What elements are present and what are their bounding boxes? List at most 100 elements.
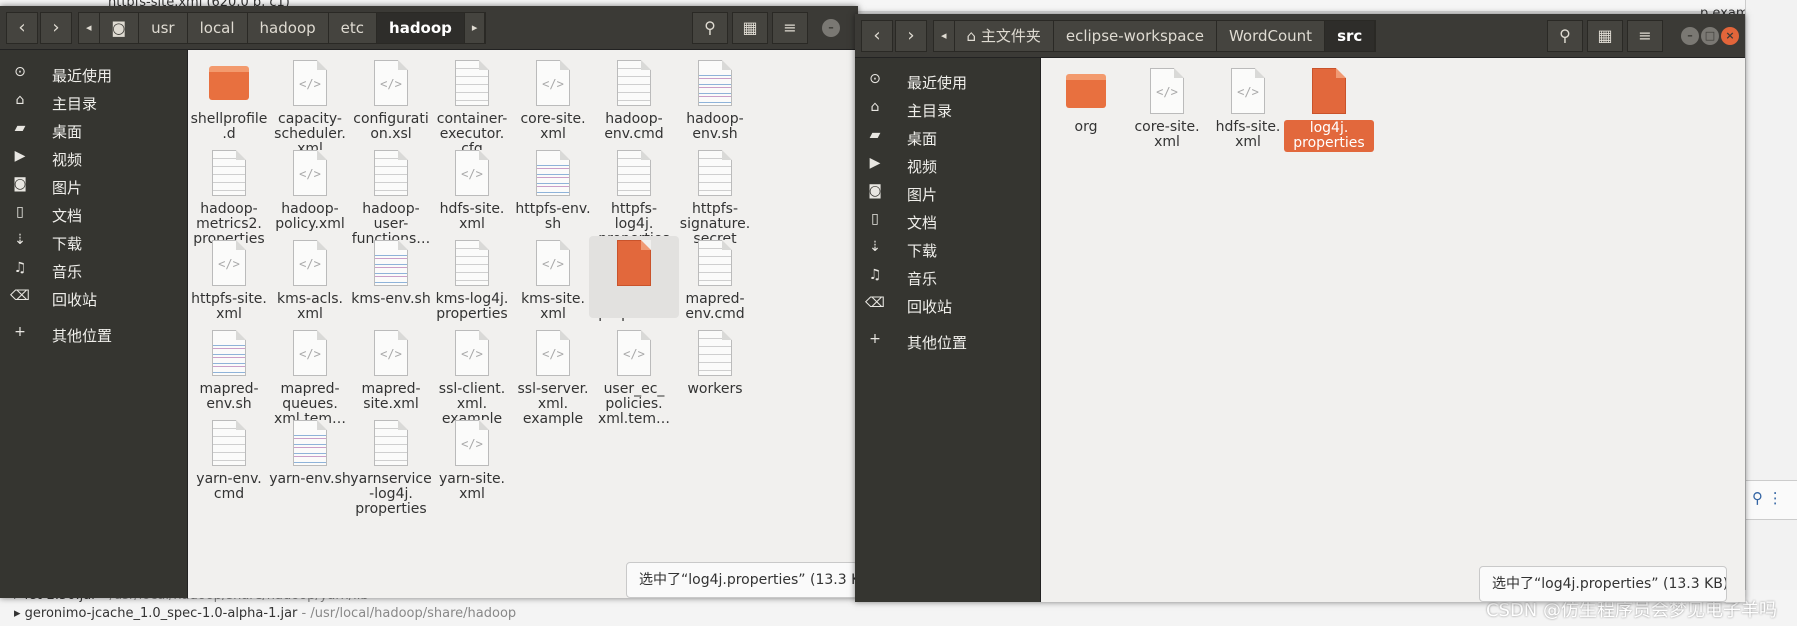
crumb-hadoop-current[interactable]: hadoop bbox=[377, 13, 465, 43]
file-item[interactable]: </> httpfs-site. xml bbox=[184, 240, 274, 322]
header-bar: ‹ › ◂ ◙ usr local hadoop etc hadoop ▸ ⚲ … bbox=[0, 6, 858, 50]
sidebar-item-label: 其他位置 bbox=[52, 327, 113, 345]
sidebar-item-plus[interactable]: + 其他位置 bbox=[0, 319, 187, 349]
file-item[interactable]: </> mapred-queues. xml.tem… bbox=[265, 330, 355, 427]
file-item[interactable]: </> hdfs-site. xml bbox=[427, 150, 517, 232]
file-item[interactable]: </> configurati on.xsl bbox=[346, 60, 436, 142]
view-toggle-button[interactable]: ▦ bbox=[1587, 20, 1623, 52]
sidebar-item-document[interactable]: ▯ 文档 bbox=[0, 199, 187, 229]
file-name: ssl-server. xml. example bbox=[517, 381, 589, 427]
crumb-eclipse-workspace[interactable]: eclipse-workspace bbox=[1054, 21, 1217, 51]
file-item[interactable]: </> hdfs-site. xml bbox=[1203, 68, 1293, 150]
sidebar-item-music[interactable]: ♫ 音乐 bbox=[855, 262, 1040, 292]
sidebar-item-download[interactable]: ⇣ 下载 bbox=[0, 227, 187, 257]
file-name: log4j.properties bbox=[1284, 120, 1374, 152]
sidebar-item-desktop[interactable]: ▰ 桌面 bbox=[855, 122, 1040, 152]
menu-button[interactable]: ≡ bbox=[1627, 20, 1663, 52]
file-item[interactable]: </> ssl-server. xml. example bbox=[508, 330, 598, 427]
jar-row-2[interactable]: ▸ geronimo-jcache_1.0_spec-1.0-alpha-1.j… bbox=[14, 606, 516, 621]
search-button[interactable]: ⚲ bbox=[692, 12, 728, 44]
file-name: kms-env.sh bbox=[351, 291, 431, 307]
sidebar-item-trash[interactable]: ⌫ 回收站 bbox=[0, 283, 187, 313]
file-item[interactable]: log4j.properties bbox=[589, 236, 679, 322]
menu-button[interactable]: ≡ bbox=[772, 12, 808, 44]
crumb-usr[interactable]: usr bbox=[139, 13, 188, 43]
document-icon: ▯ bbox=[16, 204, 24, 220]
file-item[interactable]: yarn-env.sh bbox=[265, 420, 355, 487]
sidebar-item-download[interactable]: ⇣ 下载 bbox=[855, 234, 1040, 264]
crumb-home[interactable]: ⌂ 主文件夹 bbox=[955, 21, 1054, 51]
file-name: shellprofile .d bbox=[190, 111, 268, 142]
file-name: httpfs-env. sh bbox=[515, 201, 591, 232]
back-button[interactable]: ‹ bbox=[861, 20, 893, 52]
text-file-icon bbox=[695, 150, 735, 198]
forward-button[interactable]: › bbox=[40, 12, 72, 44]
file-item[interactable]: httpfs-env. sh bbox=[508, 150, 598, 232]
file-item[interactable]: </> hadoop-policy.xml bbox=[265, 150, 355, 232]
file-item[interactable]: mapred-env.cmd bbox=[670, 240, 760, 322]
file-item[interactable]: hadoop-env.sh bbox=[670, 60, 760, 142]
back-button[interactable]: ‹ bbox=[6, 12, 38, 44]
file-item[interactable]: kms-log4j. properties bbox=[427, 240, 517, 322]
file-item[interactable]: httpfs-signature. secret bbox=[670, 150, 760, 247]
sidebar-item-clock[interactable]: ⊙ 最近使用 bbox=[0, 59, 187, 89]
crumb-hadoop[interactable]: hadoop bbox=[248, 13, 329, 43]
file-item[interactable]: httpfs-log4j.properties bbox=[589, 150, 679, 247]
sidebar-item-plus[interactable]: + 其他位置 bbox=[855, 326, 1040, 356]
forward-button[interactable]: › bbox=[895, 20, 927, 52]
file-item[interactable]: mapred-env.sh bbox=[184, 330, 274, 412]
filter-icon[interactable]: ⚲ ⋮ bbox=[1746, 480, 1797, 520]
file-item[interactable]: </> user_ec_ policies. xml.tem… bbox=[589, 330, 679, 427]
crumb-etc[interactable]: etc bbox=[329, 13, 378, 43]
file-item[interactable]: hadoop-env.cmd bbox=[589, 60, 679, 142]
file-item[interactable]: yarnservice -log4j. properties bbox=[346, 420, 436, 517]
minimize-button[interactable]: – bbox=[1681, 27, 1699, 45]
sidebar-item-clock[interactable]: ⊙ 最近使用 bbox=[855, 66, 1040, 96]
file-item[interactable]: </> core-site. xml bbox=[1122, 68, 1212, 150]
chevron-right-icon[interactable]: ▸ bbox=[465, 13, 486, 43]
xml-file-icon: </> bbox=[1228, 68, 1268, 116]
xml-file-icon: </> bbox=[533, 240, 573, 288]
file-item[interactable]: </> ssl-client. xml. example bbox=[427, 330, 517, 427]
chevron-left-icon[interactable]: ◂ bbox=[79, 13, 100, 43]
sidebar-item-video[interactable]: ▶ 视频 bbox=[0, 143, 187, 173]
sidebar-item-video[interactable]: ▶ 视频 bbox=[855, 150, 1040, 180]
drive-icon[interactable]: ◙ bbox=[100, 13, 140, 43]
file-item[interactable]: org bbox=[1041, 68, 1131, 135]
minimize-button[interactable]: – bbox=[822, 19, 840, 37]
close-button[interactable]: × bbox=[1721, 27, 1739, 45]
chevron-left-icon[interactable]: ◂ bbox=[934, 21, 955, 51]
search-button[interactable]: ⚲ bbox=[1547, 20, 1583, 52]
file-item[interactable]: </> capacity-scheduler. xml bbox=[265, 60, 355, 157]
sidebar-item-camera[interactable]: ◙ 图片 bbox=[855, 178, 1040, 208]
sidebar-item-document[interactable]: ▯ 文档 bbox=[855, 206, 1040, 236]
sidebar-item-label: 视频 bbox=[52, 151, 83, 169]
crumb-wordcount[interactable]: WordCount bbox=[1217, 21, 1326, 51]
script-file-icon bbox=[290, 420, 330, 468]
file-item[interactable]: kms-env.sh bbox=[346, 240, 436, 307]
sidebar-item-home[interactable]: ⌂ 主目录 bbox=[0, 87, 187, 117]
file-item[interactable]: </> kms-site. xml bbox=[508, 240, 598, 322]
file-item[interactable]: container-executor. cfg bbox=[427, 60, 517, 157]
file-item[interactable]: </> kms-acls. xml bbox=[265, 240, 355, 322]
camera-icon: ◙ bbox=[13, 176, 27, 192]
home-icon: ⌂ bbox=[15, 92, 25, 108]
file-item[interactable]: yarn-env. cmd bbox=[184, 420, 274, 502]
sidebar-item-trash[interactable]: ⌫ 回收站 bbox=[855, 290, 1040, 320]
crumb-src-current[interactable]: src bbox=[1325, 21, 1376, 51]
file-item[interactable]: shellprofile .d bbox=[184, 60, 274, 142]
file-item[interactable]: workers bbox=[670, 330, 760, 397]
sidebar-item-music[interactable]: ♫ 音乐 bbox=[0, 255, 187, 285]
file-item[interactable]: hadoop-user-functions… bbox=[346, 150, 436, 247]
file-item[interactable]: hadoop-metrics2. properties bbox=[184, 150, 274, 247]
sidebar-item-home[interactable]: ⌂ 主目录 bbox=[855, 94, 1040, 124]
file-item[interactable]: log4j.properties bbox=[1284, 68, 1374, 152]
view-toggle-button[interactable]: ▦ bbox=[732, 12, 768, 44]
sidebar-item-camera[interactable]: ◙ 图片 bbox=[0, 171, 187, 201]
maximize-button[interactable]: □ bbox=[1701, 27, 1719, 45]
file-item[interactable]: </> mapred-site.xml bbox=[346, 330, 436, 412]
file-item[interactable]: </> yarn-site. xml bbox=[427, 420, 517, 502]
sidebar-item-desktop[interactable]: ▰ 桌面 bbox=[0, 115, 187, 145]
crumb-local[interactable]: local bbox=[188, 13, 248, 43]
file-item[interactable]: </> core-site. xml bbox=[508, 60, 598, 142]
